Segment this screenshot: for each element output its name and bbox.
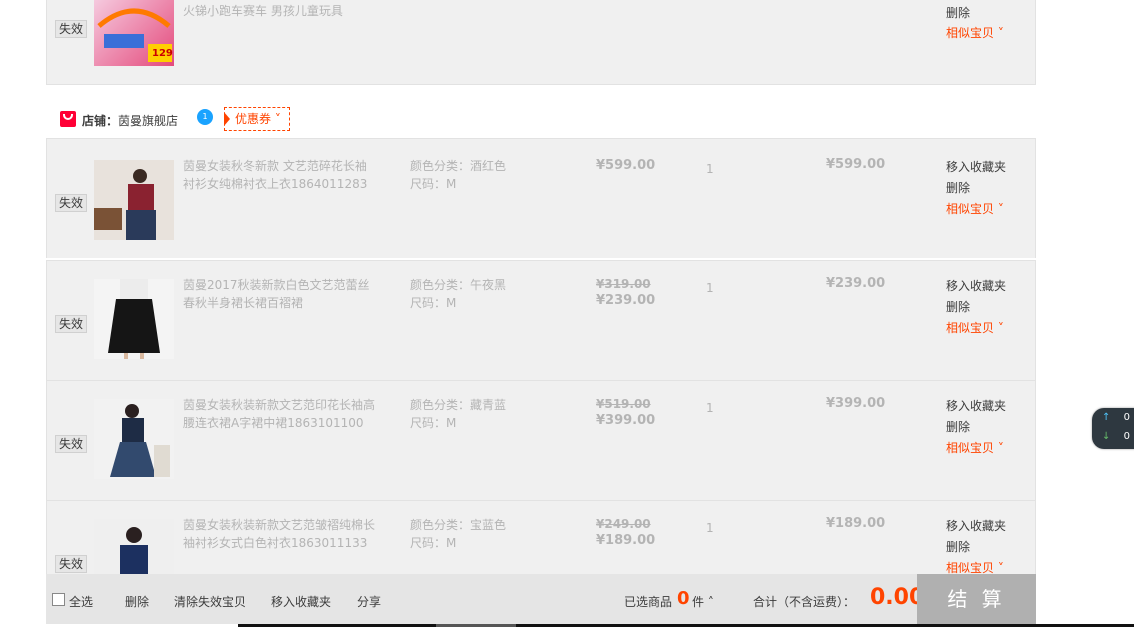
similar-items-link[interactable]: 相似宝贝 ˅ [946,199,1004,219]
unit-price: ¥399.00 [596,413,656,428]
download-value: 0 [1123,431,1130,442]
chat-icon[interactable]: 1 [197,109,213,125]
selected-items-label: 已选商品 [624,595,673,609]
original-price: ¥319.00 [596,277,651,291]
tmall-store-icon [60,111,76,127]
cart-item-list: 失效 茵曼女装秋冬新款 文艺范碎花长袖衬衫女纯棉衬衣上衣1864011283 颜… [46,138,1036,574]
arrow-up-icon: ↑ [1102,412,1111,423]
product-image [94,279,174,359]
move-to-favorites-link[interactable]: 移入收藏夹 [946,276,1006,296]
product-thumbnail[interactable]: 129 [94,0,174,66]
subtotal: ¥189.00 [826,516,886,531]
checkout-button[interactable]: 结 算 [917,574,1036,624]
delete-link[interactable]: 删除 [946,537,970,557]
product-image [94,160,174,240]
selected-count: 0 [677,588,690,609]
move-to-favorites-button[interactable]: 移入收藏夹 [271,593,331,610]
clear-invalid-button[interactable]: 清除失效宝贝 [174,593,246,610]
size-spec: 尺码：M [410,296,457,310]
invalid-badge: 失效 [55,20,88,38]
unit-price: ¥189.00 [596,533,656,548]
move-to-favorites-link[interactable]: 移入收藏夹 [946,516,1006,536]
product-image [94,519,174,574]
upload-value: 0 [1123,412,1130,423]
subtotal: ¥599.00 [826,157,886,172]
product-thumbnail[interactable] [94,279,174,359]
invalid-badge: 失效 [55,435,88,453]
unit-price: ¥599.00 [596,158,656,173]
cart-footer-bar: 全选 删除 清除失效宝贝 移入收藏夹 分享 已选商品 0 件 ˄ 合计（不含运费… [46,574,1036,624]
store-header: 店铺：茵曼旗舰店 1 优惠券 ˅ [46,100,1036,138]
cart-item: 失效 茵曼女装秋冬新款 文艺范碎花长袖衬衫女纯棉衬衣上衣1864011283 颜… [46,138,1036,258]
quantity: 1 [706,281,714,295]
size-spec: 尺码：M [410,416,457,430]
cart-item: 失效 茵曼女装秋装新款文艺范皱褶纯棉长袖衬衫女式白色衬衣1863011133 颜… [46,500,1036,574]
color-spec: 颜色分类：酒红色 [410,159,507,173]
prev-cart-item: 失效 129 火锑小跑车赛车 男孩儿童玩具 删除 相似宝贝 ˅ [46,0,1036,85]
product-thumbnail[interactable] [94,160,174,240]
subtotal: ¥399.00 [826,396,886,411]
delete-link[interactable]: 删除 [946,297,970,317]
subtotal: ¥239.00 [826,276,886,291]
size-spec: 尺码：M [410,177,457,191]
store-name-link[interactable]: 茵曼旗舰店 [118,114,178,128]
select-all-label[interactable]: 全选 [69,593,93,610]
share-button[interactable]: 分享 [357,593,381,610]
delete-link[interactable]: 删除 [946,417,970,437]
quantity: 1 [706,162,714,176]
coupon-button[interactable]: 优惠券 ˅ [224,107,290,131]
product-thumbnail[interactable] [94,519,174,574]
select-all-checkbox[interactable] [52,593,65,606]
download-speed: ↓ 0 [1102,431,1130,442]
upload-speed: ↑ 0 [1102,412,1130,423]
product-title[interactable]: 茵曼女装秋装新款文艺范皱褶纯棉长袖衬衫女式白色衬衣1863011133 [183,516,378,552]
unit-price: ¥239.00 [596,293,656,308]
delete-link[interactable]: 删除 [946,178,970,198]
quantity: 1 [706,401,714,415]
original-price: ¥249.00 [596,517,651,531]
similar-items-link[interactable]: 相似宝贝 ˅ [946,23,1004,43]
size-spec: 尺码：M [410,536,457,550]
store-prefix: 店铺： [82,114,119,128]
cart-item: 失效 茵曼2017秋装新款白色文艺范蕾丝春秋半身裙长裙百褶裙 颜色分类：午夜黑 … [46,260,1036,380]
product-title[interactable]: 茵曼女装秋装新款文艺范印花长袖高腰连衣裙A字裙中裙1863101100 [183,396,378,432]
total-label: 合计（不含运费）： [753,595,856,609]
product-title[interactable]: 火锑小跑车赛车 男孩儿童玩具 [183,2,403,20]
invalid-badge: 失效 [55,555,88,573]
delete-selected-button[interactable]: 删除 [125,593,149,610]
quantity: 1 [706,521,714,535]
product-title[interactable]: 茵曼女装秋冬新款 文艺范碎花长袖衬衫女纯棉衬衣上衣1864011283 [183,157,378,193]
cart-item: 失效 茵曼女装秋装新款文艺范印花长袖高腰连衣裙A字裙中裙1863101100 颜… [46,380,1036,500]
original-price: ¥519.00 [596,397,651,411]
price-tag: 129 [152,48,173,59]
color-spec: 颜色分类：宝蓝色 [410,518,507,532]
delete-link[interactable]: 删除 [946,3,970,23]
color-spec: 颜色分类：藏青蓝 [410,398,507,412]
similar-items-link[interactable]: 相似宝贝 ˅ [946,558,1004,574]
network-speed-widget[interactable]: ↑ 0 ↓ 0 [1092,408,1134,449]
arrow-down-icon: ↓ [1102,431,1111,442]
product-thumbnail[interactable] [94,399,174,479]
move-to-favorites-link[interactable]: 移入收藏夹 [946,157,1006,177]
product-image [94,399,174,479]
similar-items-link[interactable]: 相似宝贝 ˅ [946,438,1004,458]
store-label: 店铺：茵曼旗舰店 [82,112,178,129]
similar-items-link[interactable]: 相似宝贝 ˅ [946,318,1004,338]
product-title[interactable]: 茵曼2017秋装新款白色文艺范蕾丝春秋半身裙长裙百褶裙 [183,276,378,312]
invalid-badge: 失效 [55,194,88,212]
invalid-badge: 失效 [55,315,88,333]
color-spec: 颜色分类：午夜黑 [410,278,507,292]
move-to-favorites-link[interactable]: 移入收藏夹 [946,396,1006,416]
selected-unit-toggle[interactable]: 件 ˄ [692,593,714,610]
